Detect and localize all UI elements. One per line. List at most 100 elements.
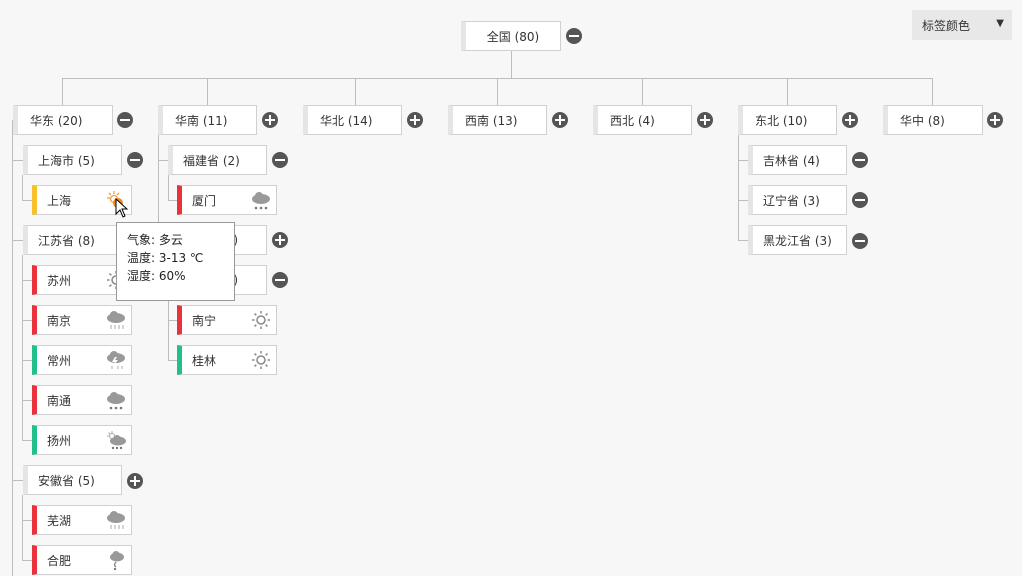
expand-icon[interactable] — [987, 112, 1003, 128]
tree-node-city[interactable]: 厦门 — [177, 185, 277, 215]
collapse-icon[interactable] — [272, 272, 288, 288]
tree-node-province[interactable]: 福建省 (2) — [168, 145, 267, 175]
thunderstorm-icon — [107, 351, 125, 369]
node-label: 华中 (8) — [900, 113, 945, 128]
connector-line — [22, 280, 32, 281]
tree-node-region[interactable]: 西北 (4) — [593, 105, 692, 135]
connector-line — [22, 560, 32, 561]
collapse-icon[interactable] — [566, 28, 582, 44]
collapse-icon[interactable] — [117, 112, 133, 128]
weather-tooltip: 气象: 多云 温度: 3-13 ℃ 湿度: 60% — [116, 222, 235, 301]
connector-line — [12, 120, 13, 576]
node-label: 辽宁省 (3) — [763, 193, 820, 208]
node-label: 上海市 (5) — [38, 153, 95, 168]
label-color-dropdown[interactable]: 标签颜色 ▼ — [912, 10, 1012, 40]
sun-icon — [252, 351, 270, 369]
expand-icon[interactable] — [407, 112, 423, 128]
rain-cloud-icon — [107, 311, 125, 329]
snow-cloud-icon — [252, 192, 270, 210]
node-label: 福建省 (2) — [183, 153, 240, 168]
tree-node-city[interactable]: 南京 — [32, 305, 132, 335]
expand-icon[interactable] — [272, 232, 288, 248]
connector-line — [22, 320, 32, 321]
connector-line — [22, 255, 23, 441]
tree-node-region[interactable]: 东北 (10) — [738, 105, 837, 135]
connector-line — [22, 175, 23, 201]
node-label: 华南 (11) — [175, 113, 228, 128]
node-label: 上海 — [47, 193, 72, 208]
tree-node-region[interactable]: 华北 (14) — [303, 105, 402, 135]
node-label: 东北 (10) — [755, 113, 808, 128]
tree-node-city[interactable]: 南通 — [32, 385, 132, 415]
tree-node-city[interactable]: 扬州 — [32, 425, 132, 455]
node-label: 南京 — [47, 313, 72, 328]
connector-line — [22, 400, 32, 401]
tree-node-city[interactable]: 芜湖 — [32, 505, 132, 535]
connector-line — [22, 200, 32, 201]
connector-line — [22, 520, 32, 521]
chevron-down-icon: ▼ — [996, 18, 1004, 29]
connector-line — [511, 50, 512, 78]
node-label: 江苏省 (8) — [38, 233, 95, 248]
tree-node-region[interactable]: 华南 (11) — [158, 105, 257, 135]
connector-line — [22, 440, 32, 441]
connector-line — [355, 78, 356, 105]
connector-line — [642, 78, 643, 105]
tree-node-region[interactable]: 华东 (20) — [13, 105, 113, 135]
snow-cloud-icon — [107, 392, 125, 410]
connector-line — [22, 495, 23, 561]
tree-node-province[interactable]: 黑龙江省 (3) — [748, 225, 847, 255]
collapse-icon[interactable] — [852, 152, 868, 168]
tree-node-province[interactable]: 安徽省 (5) — [23, 465, 122, 495]
node-label: 合肥 — [47, 553, 72, 568]
connector-line — [787, 78, 788, 105]
node-label: 西北 (4) — [610, 113, 655, 128]
tree-node-city[interactable]: 合肥 — [32, 545, 132, 575]
node-label: 南通 — [47, 393, 72, 408]
tree-node-province[interactable]: 吉林省 (4) — [748, 145, 847, 175]
connector-line — [497, 78, 498, 105]
node-label: 华东 (20) — [30, 113, 83, 128]
connector-line — [22, 360, 32, 361]
tree-node-root[interactable]: 全国 (80) — [461, 21, 561, 51]
expand-icon[interactable] — [262, 112, 278, 128]
collapse-icon[interactable] — [852, 192, 868, 208]
node-label: 常州 — [47, 353, 72, 368]
node-label: 芜湖 — [47, 513, 72, 528]
drizzle-icon — [110, 551, 124, 571]
connector-line — [207, 78, 208, 105]
connector-line — [738, 120, 739, 241]
tooltip-temperature: 温度: 3-13 ℃ — [127, 251, 204, 265]
tree-node-region[interactable]: 华中 (8) — [883, 105, 983, 135]
collapse-icon[interactable] — [852, 233, 868, 249]
node-label: 黑龙江省 (3) — [763, 233, 832, 248]
tree-node-city[interactable]: 桂林 — [177, 345, 277, 375]
connector-line — [62, 78, 63, 105]
node-label: 华北 (14) — [320, 113, 373, 128]
rain-cloud-icon — [107, 511, 125, 529]
tooltip-condition: 气象: 多云 — [127, 233, 183, 247]
node-label: 厦门 — [192, 193, 217, 208]
mouse-pointer-icon — [115, 198, 129, 218]
node-label: 全国 (80) — [486, 29, 540, 44]
node-label: 吉林省 (4) — [763, 153, 820, 168]
tree-node-province[interactable]: 上海市 (5) — [23, 145, 122, 175]
expand-icon[interactable] — [842, 112, 858, 128]
tree-node-province[interactable]: 辽宁省 (3) — [748, 185, 847, 215]
node-label: 苏州 — [47, 273, 72, 288]
node-label: 扬州 — [47, 433, 72, 448]
expand-icon[interactable] — [127, 473, 143, 489]
tree-node-city[interactable]: 常州 — [32, 345, 132, 375]
tree-node-province[interactable]: 江苏省 (8) — [23, 225, 122, 255]
connector-line — [168, 295, 169, 361]
collapse-icon[interactable] — [272, 152, 288, 168]
node-label: 安徽省 (5) — [38, 473, 95, 488]
connector-line — [168, 175, 169, 201]
tree-node-city[interactable]: 南宁 — [177, 305, 277, 335]
collapse-icon[interactable] — [127, 152, 143, 168]
expand-icon[interactable] — [697, 112, 713, 128]
node-label: 桂林 — [192, 353, 217, 368]
tree-node-region[interactable]: 西南 (13) — [448, 105, 547, 135]
dropdown-label: 标签颜色 — [922, 18, 971, 33]
expand-icon[interactable] — [552, 112, 568, 128]
